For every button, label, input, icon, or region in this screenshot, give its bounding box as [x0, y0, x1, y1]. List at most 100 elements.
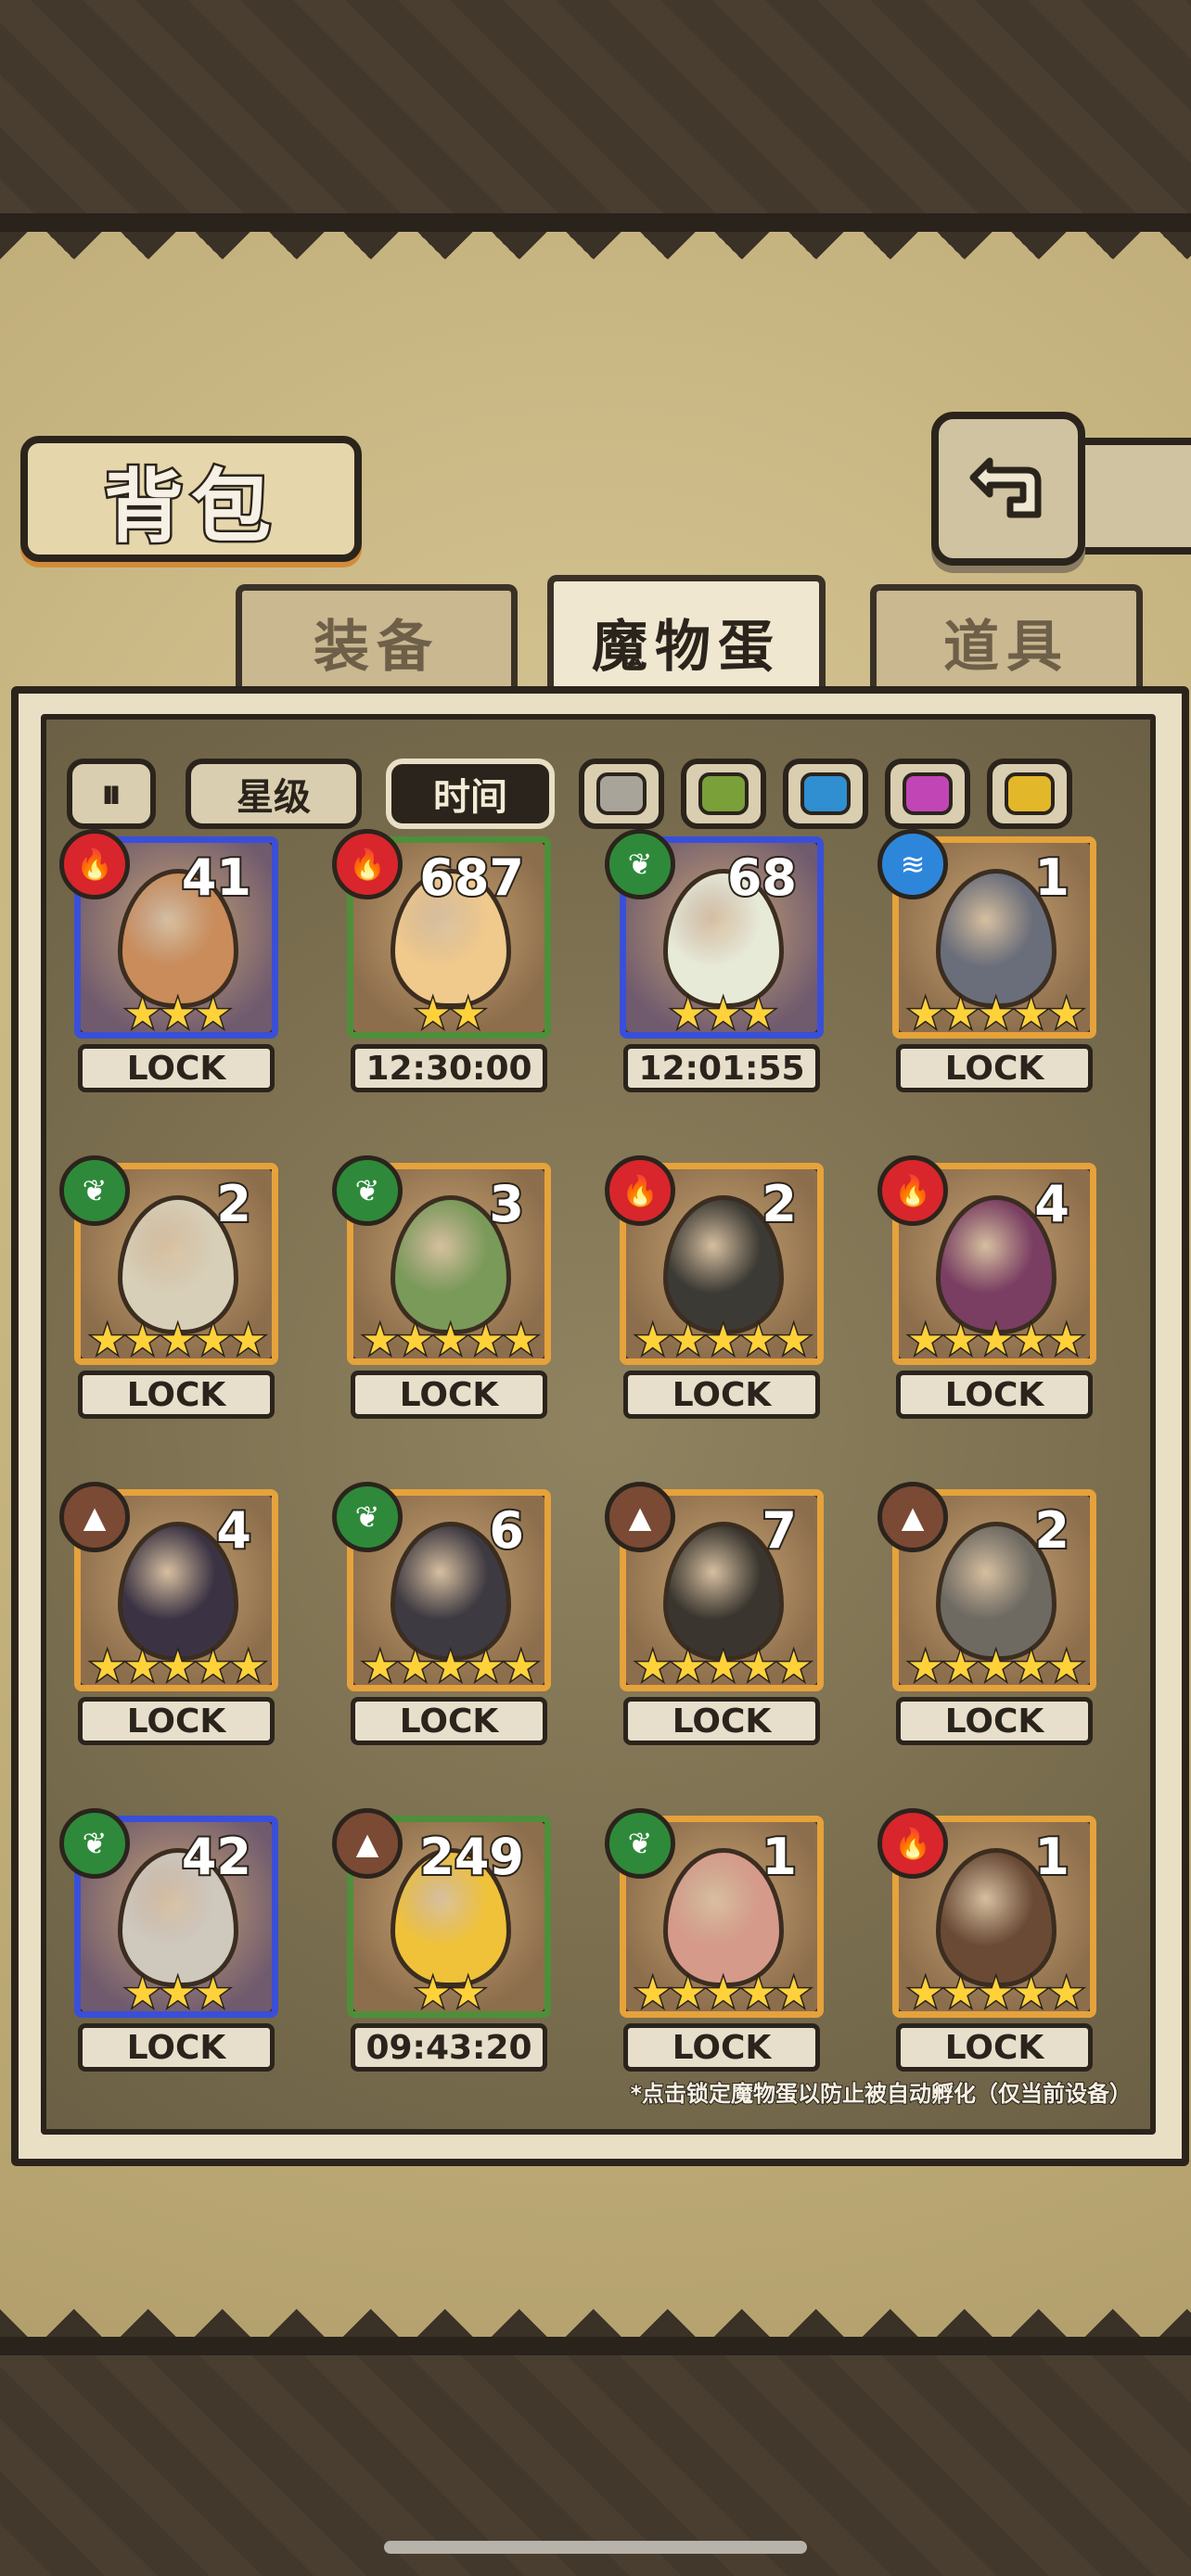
color-swatch: [1005, 772, 1055, 815]
color-filter-button[interactable]: [681, 759, 766, 829]
egg-slot[interactable]: 4 ★★★★★ ▲ LOCK: [59, 1482, 291, 1760]
tab-items[interactable]: 道具: [870, 584, 1143, 693]
lock-button[interactable]: LOCK: [78, 1371, 275, 1419]
lock-button[interactable]: LOCK: [896, 1697, 1093, 1745]
color-filter-button[interactable]: [885, 759, 970, 829]
egg-slot[interactable]: 3 ★★★★★ ❦ LOCK: [332, 1155, 564, 1434]
egg-slot[interactable]: 2 ★★★★★ 🔥 LOCK: [605, 1155, 837, 1434]
egg-slot[interactable]: 1 ★★★★★ 🔥 LOCK: [877, 1808, 1109, 2086]
sort-toggle-button[interactable]: ⏸: [67, 759, 156, 829]
star-icon: ★: [194, 990, 233, 1038]
egg-count: 7: [760, 1499, 799, 1562]
hatch-timer: 12:30:00: [351, 1044, 547, 1092]
egg-count: 2: [214, 1173, 253, 1235]
egg-slot[interactable]: 41 ★★★ 🔥 LOCK: [59, 829, 291, 1107]
star-icon: ★: [123, 1643, 162, 1690]
egg-count: 41: [180, 847, 253, 909]
tab-equipment[interactable]: 装备: [236, 584, 518, 693]
egg-slot[interactable]: 687 ★★ 🔥 12:30:00: [332, 829, 564, 1107]
star-icon: ★: [159, 990, 198, 1038]
star-icon: ★: [906, 1317, 945, 1364]
star-rating: ★★: [353, 990, 544, 1038]
lock-button[interactable]: LOCK: [896, 2023, 1093, 2072]
star-rating: ★★★: [626, 990, 817, 1038]
star-rating: ★★★★★: [626, 1317, 817, 1364]
star-icon: ★: [669, 1643, 708, 1690]
star-rating: ★★★★★: [626, 1971, 817, 2011]
star-icon: ★: [88, 1317, 127, 1364]
lock-button[interactable]: LOCK: [78, 1044, 275, 1092]
color-filter-button[interactable]: [987, 759, 1072, 829]
star-rating: ★★★★★: [353, 1645, 544, 1685]
star-icon: ★: [669, 1317, 708, 1364]
lock-button[interactable]: LOCK: [78, 2023, 275, 2072]
star-rating: ★★★★★: [626, 1643, 817, 1690]
hatch-timer: 09:43:20: [351, 2023, 547, 2072]
sort-by-time-button[interactable]: 时间: [386, 759, 555, 829]
star-rating: ★★★★★: [81, 1643, 272, 1690]
earth-element-icon: ▲: [877, 1482, 948, 1552]
star-icon: ★: [1047, 1643, 1086, 1690]
star-rating: ★★★★★: [899, 1643, 1090, 1690]
star-icon: ★: [449, 990, 488, 1038]
lock-button[interactable]: LOCK: [623, 2023, 820, 2072]
egg-count: 4: [1032, 1173, 1071, 1235]
egg-count: 1: [1032, 1826, 1071, 1888]
lock-button[interactable]: LOCK: [623, 1697, 820, 1745]
home-indicator[interactable]: [384, 2541, 807, 2554]
star-icon: ★: [941, 1317, 980, 1364]
sort-toggle-icon: ⏸: [101, 770, 122, 818]
leaf-element-icon: ❦: [332, 1482, 403, 1552]
tab-monster-eggs[interactable]: 魔物蛋: [547, 575, 826, 702]
color-swatch: [800, 772, 851, 815]
egg-slot[interactable]: 4 ★★★★★ 🔥 LOCK: [877, 1155, 1109, 1434]
egg-count: 68: [725, 847, 799, 909]
egg-count: 1: [760, 1826, 799, 1888]
star-icon: ★: [739, 1317, 778, 1364]
color-filter-button[interactable]: [579, 759, 664, 829]
lock-button[interactable]: LOCK: [78, 1697, 275, 1745]
star-icon: ★: [941, 990, 980, 1038]
egg-slot[interactable]: 249 ★★ ▲ 09:43:20: [332, 1808, 564, 2086]
lock-button[interactable]: LOCK: [896, 1044, 1093, 1092]
water-element-icon: ≋: [877, 829, 948, 899]
star-icon: ★: [1012, 1643, 1051, 1690]
egg-slot[interactable]: 1 ★★★★★ ❦ LOCK: [605, 1808, 837, 2086]
lock-button[interactable]: LOCK: [623, 1371, 820, 1419]
sort-by-time-label: 时间: [433, 776, 507, 819]
torn-edge-top: [0, 232, 1191, 269]
color-filter-button[interactable]: [783, 759, 868, 829]
star-icon: ★: [414, 990, 453, 1038]
egg-slot[interactable]: 2 ★★★★★ ▲ LOCK: [877, 1482, 1109, 1760]
star-icon: ★: [414, 1970, 453, 2017]
egg-slot[interactable]: 7 ★★★★★ ▲ LOCK: [605, 1482, 837, 1760]
egg-count: 42: [180, 1826, 253, 1888]
egg-count: 6: [487, 1499, 526, 1562]
leaf-element-icon: ❦: [605, 829, 675, 899]
star-icon: ★: [669, 990, 708, 1038]
lock-button[interactable]: LOCK: [351, 1697, 547, 1745]
star-icon: ★: [977, 1317, 1016, 1364]
sort-by-star-button[interactable]: 星级: [186, 759, 362, 829]
egg-slot[interactable]: 6 ★★★★★ ❦ LOCK: [332, 1482, 564, 1760]
star-icon: ★: [502, 1317, 541, 1364]
star-icon: ★: [229, 1317, 268, 1364]
star-icon: ★: [1012, 1970, 1051, 2017]
star-icon: ★: [1012, 1317, 1051, 1364]
star-icon: ★: [977, 1970, 1016, 2017]
lock-button[interactable]: LOCK: [896, 1371, 1093, 1419]
egg-slot[interactable]: 68 ★★★ ❦ 12:01:55: [605, 829, 837, 1107]
leaf-element-icon: ❦: [59, 1155, 130, 1226]
egg-slot[interactable]: 2 ★★★★★ ❦ LOCK: [59, 1155, 291, 1434]
star-icon: ★: [1012, 990, 1051, 1038]
egg-slot[interactable]: 1 ★★★★★ ≋ LOCK: [877, 829, 1109, 1107]
star-icon: ★: [906, 1970, 945, 2017]
star-icon: ★: [704, 1317, 743, 1364]
star-icon: ★: [977, 1643, 1016, 1690]
egg-slot[interactable]: 42 ★★★ ❦ LOCK: [59, 1808, 291, 2086]
star-icon: ★: [449, 1970, 488, 2017]
inventory-panel: ⏸ 星级 时间 41 ★★★ 🔥 LOCK 687 ★★ 🔥 12:30:00 68 ★★★ ❦ 12…: [11, 686, 1189, 2166]
tab-items-label: 道具: [943, 614, 1069, 680]
back-button[interactable]: [931, 412, 1085, 566]
lock-button[interactable]: LOCK: [351, 1371, 547, 1419]
